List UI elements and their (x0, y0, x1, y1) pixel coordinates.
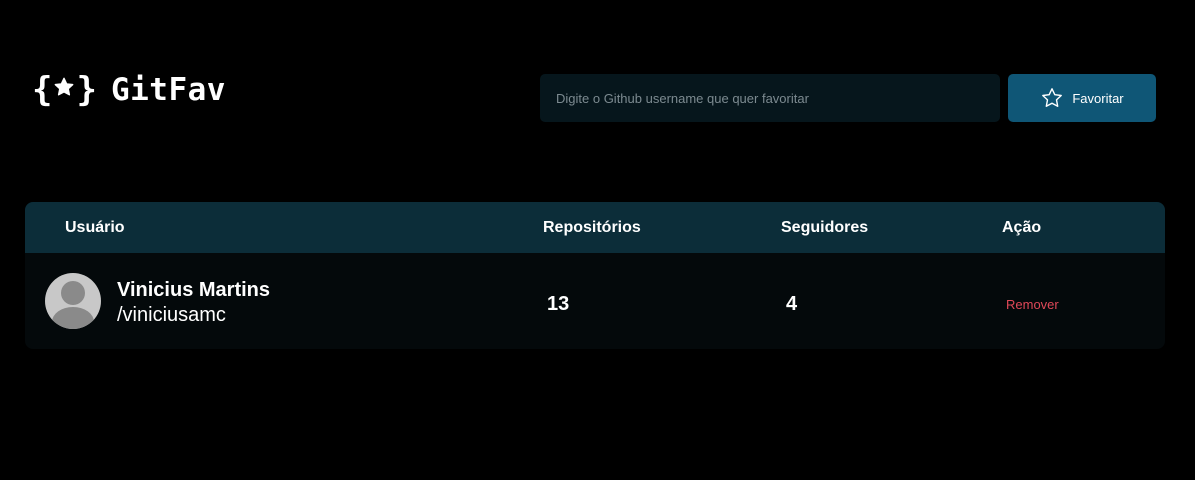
remove-button[interactable]: Remover (1006, 297, 1059, 312)
logo-text: GitFav (110, 72, 226, 108)
user-login[interactable]: /viniciusamc (117, 304, 226, 327)
logo-brace-open: { (32, 70, 53, 110)
column-header-repositories: Repositórios (543, 219, 641, 236)
logo: { } GitFav (32, 72, 226, 108)
gitfav-page: { } GitFav Favoritar Usuário Repositório… (0, 0, 1195, 480)
star-filled-icon (53, 76, 75, 103)
table-header: Usuário Repositórios Seguidores Ação (25, 202, 1165, 253)
avatar-body-shape (52, 307, 94, 329)
avatar (45, 273, 101, 329)
column-header-user: Usuário (65, 219, 125, 236)
logo-brace-close: } (76, 70, 97, 110)
user-name[interactable]: Vinicius Martins (117, 279, 270, 302)
column-header-action: Ação (1002, 219, 1042, 236)
repositories-count: 13 (547, 293, 570, 315)
table-row: Vinicius Martins /viniciusamc 13 4 Remov… (25, 253, 1165, 349)
avatar-placeholder-icon (61, 281, 85, 305)
followers-count: 4 (786, 293, 798, 315)
favorite-button-label: Favoritar (1072, 90, 1124, 106)
column-header-followers: Seguidores (781, 219, 869, 236)
search-input[interactable] (540, 74, 1000, 122)
logo-mark: { } (32, 73, 97, 107)
favorites-table: Usuário Repositórios Seguidores Ação Vin… (25, 202, 1165, 349)
favorite-button[interactable]: Favoritar (1008, 74, 1156, 122)
star-outline-icon (1040, 86, 1064, 110)
